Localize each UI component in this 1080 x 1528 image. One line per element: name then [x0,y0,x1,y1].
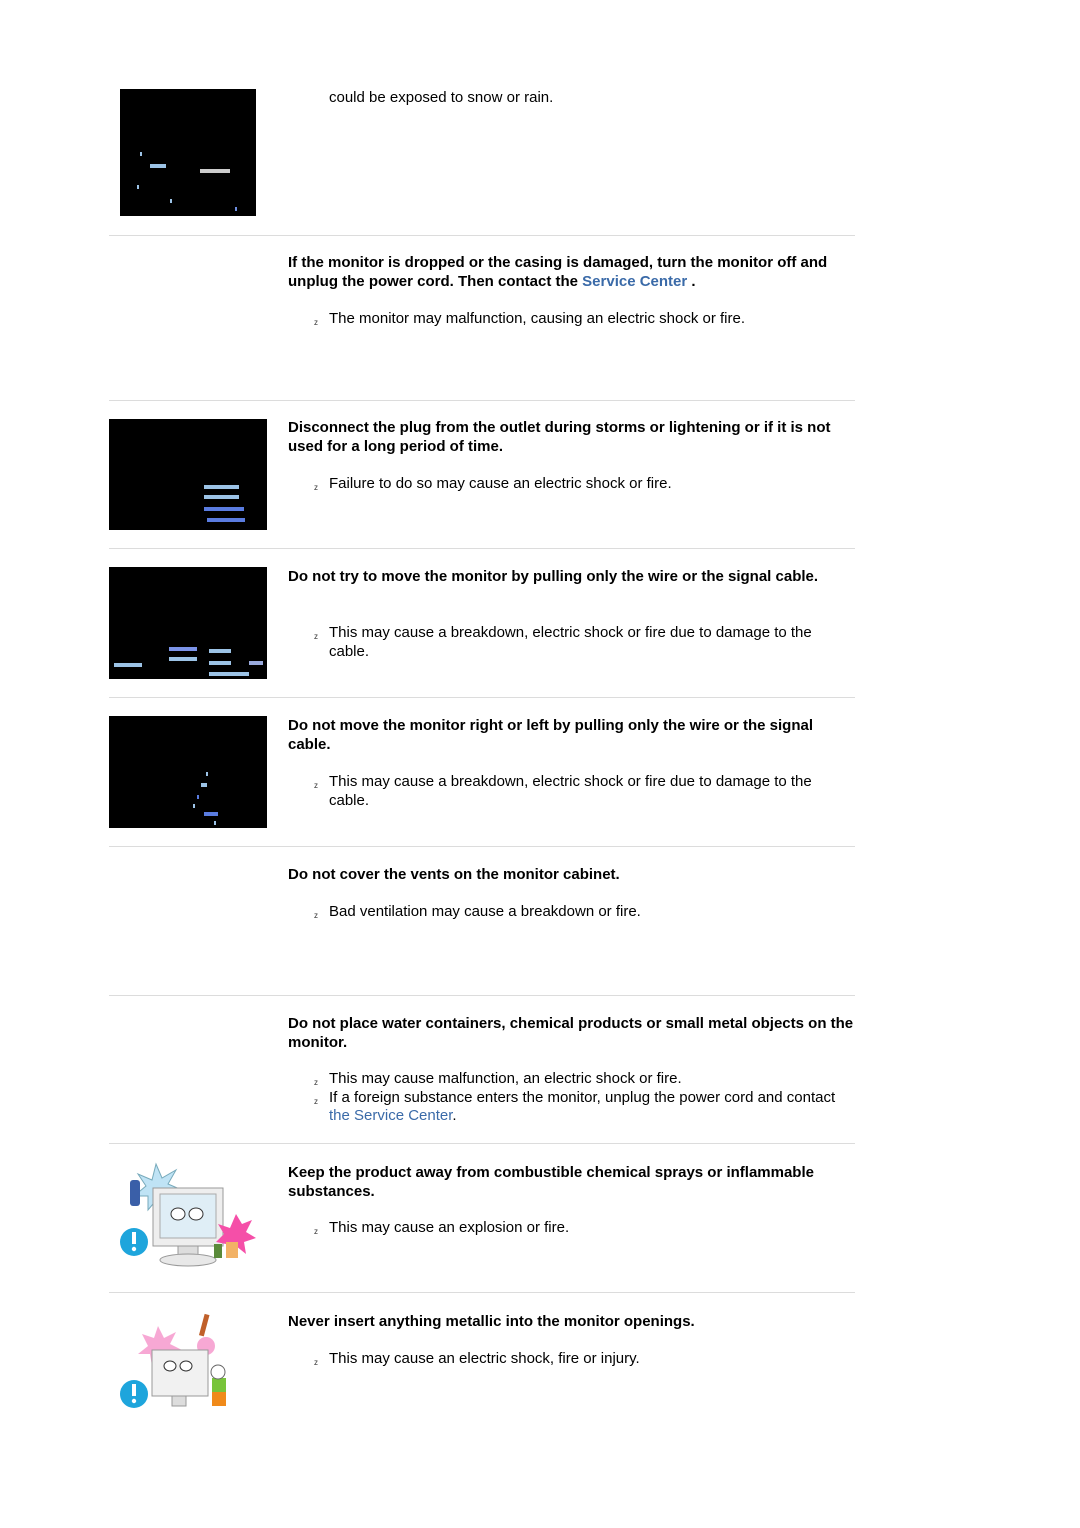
section-title: Do not place water containers, chemical … [288,1015,854,1051]
section-divider [109,235,855,236]
bullet-item: z Failure to do so may cause an electric … [314,475,854,494]
bullet-item: z If a foreign substance enters the monit… [314,1089,854,1126]
bullet-item: z This may cause malfunction, an electric… [314,1070,854,1089]
bullet-text: This may cause a breakdown, electric sho… [329,624,812,660]
bullet-text: Failure to do so may cause an electric s… [329,475,672,492]
bullet-list: z Bad ventilation may cause a breakdown o… [314,903,854,922]
service-center-link[interactable]: the Service Center [329,1107,452,1124]
section-title: Do not try to move the monitor by pullin… [288,568,819,585]
broken-image-thumbnail [109,567,267,679]
bullet-list: z This may cause an explosion or fire. [314,1219,854,1238]
bullet-text: This may cause a breakdown, electric sho… [329,773,812,809]
section-divider [109,846,855,847]
bullet-icon: z [314,483,318,492]
bullet-icon: z [314,911,318,920]
bullet-item: z Bad ventilation may cause a breakdown o… [314,903,854,922]
section-title: Keep the product away from combustible c… [288,1164,814,1200]
section-divider [109,400,855,401]
section-title: Never insert anything metallic into the … [288,1313,695,1330]
screwdriver [198,1313,210,1337]
bullet-text: This may cause malfunction, an electric … [329,1070,682,1087]
section-title: If the monitor is dropped or the casing … [288,254,854,291]
section-title: Do not cover the vents on the monitor ca… [288,866,620,883]
section-title: Disconnect the plug from the outlet duri… [288,419,831,455]
section-divider [109,697,855,698]
bullet-text-end: . [452,1107,457,1124]
section-title: Do not move the monitor right or left by… [288,717,814,753]
section-divider [109,548,855,549]
bullet-text: This may cause an electric shock, fire o… [329,1350,640,1367]
bullet-item: z This may cause a breakdown, electric sh… [314,624,854,661]
bullet-text: Bad ventilation may cause a breakdown or… [329,903,641,920]
bullet-text: If a foreign substance enters the monito… [329,1088,836,1106]
title-text: If the monitor is dropped or the casing … [288,254,828,290]
bullet-item: z This may cause an electric shock, fire … [314,1350,854,1369]
bullet-icon: z [314,318,318,327]
intro-text: could be exposed to snow or rain. [329,89,554,106]
bullet-list: z This may cause a breakdown, electric sh… [314,624,854,661]
bullet-icon: z [314,1096,318,1106]
character-pants [212,1392,226,1406]
section-divider [109,995,855,996]
bullet-item: z The monitor may malfunction, causing an… [314,310,854,329]
broken-image-thumbnail [109,419,267,530]
bullet-icon: z [314,781,318,790]
bullet-text: The monitor may malfunction, causing an … [329,310,746,327]
bullet-icon: z [314,1358,318,1367]
chemical-spray-warning-illustration [120,1162,256,1267]
title-text-end: . [687,272,696,290]
bullet-item: z This may cause an explosion or fire. [314,1219,854,1238]
bullet-item: z This may cause a breakdown, electric sh… [314,773,854,810]
broken-image-thumbnail [109,716,267,828]
broken-image-thumbnail [120,89,256,216]
character-shirt [212,1378,226,1392]
monitor-frame [151,1349,209,1397]
bullet-text: This may cause an explosion or fire. [329,1219,570,1236]
section-divider [109,1143,855,1144]
bullet-list: z This may cause malfunction, an electric… [314,1070,854,1126]
monitor-screen [159,1193,217,1239]
service-center-link[interactable]: Service Center [582,273,687,290]
metal-object-warning-illustration [120,1313,226,1408]
bullet-list: z This may cause an electric shock, fire … [314,1350,854,1369]
bullet-list: z Failure to do so may cause an electric … [314,475,854,494]
section-divider [109,1292,855,1293]
bullet-icon: z [314,1227,318,1236]
bullet-icon: z [314,632,318,641]
bullet-list: z This may cause a breakdown, electric sh… [314,773,854,810]
bullet-list: z The monitor may malfunction, causing an… [314,310,854,329]
spray-can [130,1180,140,1206]
